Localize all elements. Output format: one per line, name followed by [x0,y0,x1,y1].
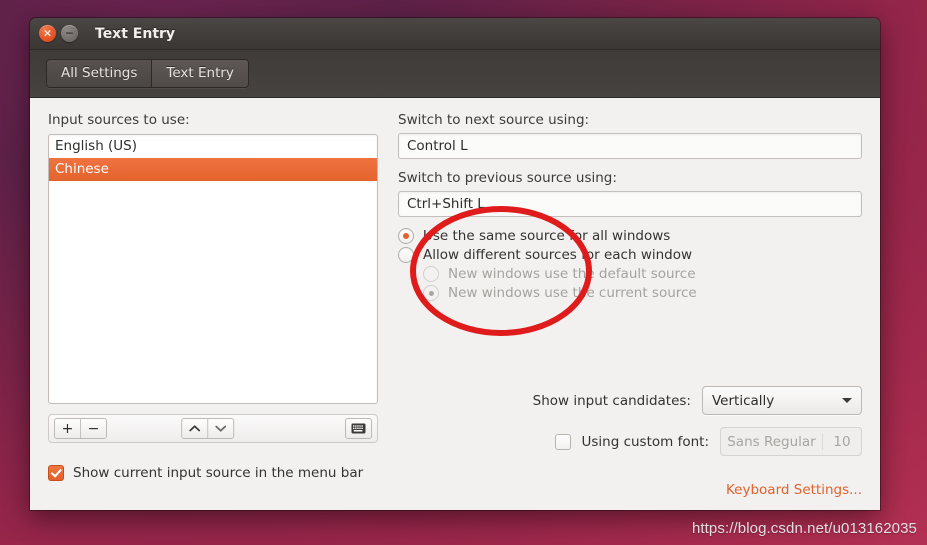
radio-label: Allow different sources for each window [423,247,693,263]
chevron-down-icon [842,398,852,403]
options-panel: Switch to next source using: Control L S… [398,112,862,498]
font-name: Sans Regular [727,433,816,450]
text-entry-window: × − Text Entry All Settings Text Entry I… [30,18,880,510]
keyboard-settings-link[interactable]: Keyboard Settings... [726,482,862,498]
custom-font-checkbox[interactable] [554,433,571,450]
tab-group: All Settings Text Entry [46,59,249,88]
tab-text-entry[interactable]: Text Entry [151,60,248,87]
show-candidates-label: Show input candidates: [532,392,691,409]
prev-source-label: Switch to previous source using: [398,170,617,186]
chevron-up-icon[interactable] [182,419,208,438]
tab-all-settings[interactable]: All Settings [47,60,152,87]
radio-indicator [423,285,439,301]
watermark: https://blog.csdn.net/u013162035 [691,520,917,537]
show-candidates-value: Vertically [712,392,775,409]
radio-different-sources-each-window[interactable]: Allow different sources for each window [398,247,862,263]
list-item[interactable]: English (US) [49,135,377,158]
window-title: Text Entry [95,25,176,42]
add-source-button[interactable]: + [55,419,80,438]
custom-font-row: Using custom font: Sans Regular 10 [398,427,862,456]
window-titlebar: × − Text Entry [30,18,880,50]
radio-label: Use the same source for all windows [423,228,671,244]
minimize-glyph: − [64,26,75,40]
radio-new-windows-default-source: New windows use the default source [423,266,862,282]
radio-new-windows-current-source: New windows use the current source [423,285,862,301]
radio-label: New windows use the current source [448,285,697,301]
show-candidates-row: Show input candidates: Vertically [398,386,862,415]
show-in-menu-bar-label: Show current input source in the menu ba… [73,465,364,481]
remove-source-button[interactable]: − [80,419,106,438]
input-sources-label: Input sources to use: [48,112,190,128]
show-in-menu-bar-checkbox[interactable]: Show current input source in the menu ba… [48,465,378,481]
list-toolbar: + − [48,414,378,443]
custom-font-label: Using custom font: [581,433,710,450]
next-source-input[interactable]: Control L [398,133,862,159]
panel-spacer [398,304,862,386]
tab-strip: All Settings Text Entry [30,50,880,98]
input-sources-list[interactable]: English (US) Chinese [48,134,378,404]
keyboard-icon[interactable] [345,418,372,439]
radio-indicator [423,266,439,282]
input-sources-panel: Input sources to use: English (US) Chine… [48,112,378,498]
prev-source-input[interactable]: Ctrl+Shift L [398,191,862,217]
radio-indicator [398,247,414,263]
chevron-down-icon[interactable] [207,419,234,438]
keyboard-settings-row: Keyboard Settings... [398,482,862,498]
font-picker-button: Sans Regular 10 [720,427,862,456]
font-size: 10 [822,433,861,450]
radio-indicator [398,228,414,244]
add-remove-group: + − [54,418,107,439]
radio-same-source-all-windows[interactable]: Use the same source for all windows [398,228,862,244]
close-glyph: × [42,26,53,40]
window-content: Input sources to use: English (US) Chine… [30,98,880,510]
checkbox-indicator [48,465,64,481]
minimize-icon[interactable]: − [61,25,78,42]
next-source-label: Switch to next source using: [398,112,590,128]
list-item[interactable]: Chinese [49,158,377,181]
show-candidates-dropdown[interactable]: Vertically [702,386,862,415]
close-icon[interactable]: × [39,25,56,42]
move-buttons-group [181,418,235,439]
radio-label: New windows use the default source [448,266,696,282]
